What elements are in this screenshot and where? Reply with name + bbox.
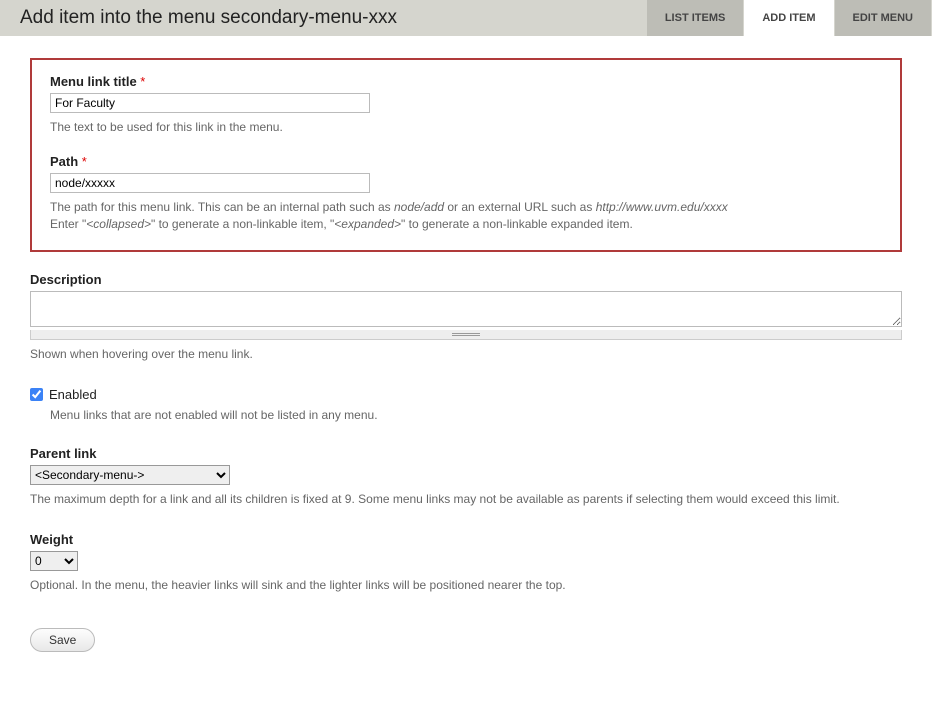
field-enabled: Enabled Menu links that are not enabled … [30,387,902,422]
label-text: Path [50,154,78,169]
form-content: Menu link title * The text to be used fo… [0,36,932,674]
path-hint: The path for this menu link. This can be… [50,199,882,233]
tabs: LIST ITEMS ADD ITEM EDIT MENU [647,0,932,36]
menu-link-title-label: Menu link title * [50,74,882,89]
hint-italic: http://www.uvm.edu/xxxx [596,200,728,214]
hint-text: or an external URL such as [444,200,596,214]
parent-link-label: Parent link [30,446,902,461]
tab-add-item[interactable]: ADD ITEM [744,0,834,36]
label-text: Menu link title [50,74,137,89]
parent-link-select[interactable]: <Secondary-menu-> [30,465,230,485]
field-weight: Weight 0 Optional. In the menu, the heav… [30,532,902,594]
hint-italic: <collapsed> [86,217,151,231]
menu-link-title-hint: The text to be used for this link in the… [50,119,882,136]
hint-italic: <expanded> [334,217,401,231]
hint-text: " to generate a non-linkable expanded it… [401,217,633,231]
weight-select[interactable]: 0 [30,551,78,571]
path-label: Path * [50,154,882,169]
hint-text: " to generate a non-linkable item, " [151,217,334,231]
path-input[interactable] [50,173,370,193]
enabled-hint: Menu links that are not enabled will not… [50,408,902,422]
description-hint: Shown when hovering over the menu link. [30,346,902,363]
hint-italic: node/add [394,200,444,214]
enabled-checkbox[interactable] [30,388,43,401]
menu-link-title-input[interactable] [50,93,370,113]
hint-text: The path for this menu link. This can be… [50,200,394,214]
header-bar: Add item into the menu secondary-menu-xx… [0,0,932,36]
enabled-label: Enabled [49,387,97,402]
required-asterisk-icon: * [140,74,145,89]
tab-list-items[interactable]: LIST ITEMS [647,0,745,36]
page-title: Add item into the menu secondary-menu-xx… [20,7,647,29]
hint-text: Enter " [50,217,86,231]
tab-edit-menu[interactable]: EDIT MENU [835,0,932,36]
save-button[interactable]: Save [30,628,95,652]
field-menu-link-title: Menu link title * The text to be used fo… [50,74,882,136]
textarea-resize-handle[interactable] [30,330,902,340]
highlighted-fields: Menu link title * The text to be used fo… [30,58,902,252]
parent-link-hint: The maximum depth for a link and all its… [30,491,902,508]
field-parent-link: Parent link <Secondary-menu-> The maximu… [30,446,902,508]
weight-hint: Optional. In the menu, the heavier links… [30,577,902,594]
required-asterisk-icon: * [82,154,87,169]
field-path: Path * The path for this menu link. This… [50,154,882,233]
description-label: Description [30,272,902,287]
field-description: Description Shown when hovering over the… [30,272,902,363]
description-textarea[interactable] [30,291,902,327]
weight-label: Weight [30,532,902,547]
